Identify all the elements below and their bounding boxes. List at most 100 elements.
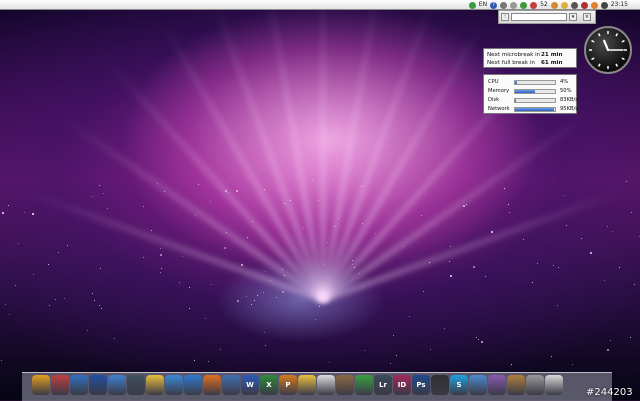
battery-icon[interactable] xyxy=(590,1,598,9)
star xyxy=(23,212,25,214)
break-row: Next full break in 61 min xyxy=(487,59,573,67)
star xyxy=(565,225,567,227)
search-widget: ⁝ ▾ × xyxy=(498,10,596,24)
network-icon[interactable] xyxy=(570,1,578,9)
star xyxy=(507,203,509,205)
internet-explorer-icon[interactable] xyxy=(184,375,202,395)
trash-icon[interactable] xyxy=(526,375,544,395)
language-indicator[interactable]: EN xyxy=(479,0,487,10)
indesign-icon[interactable]: ID xyxy=(393,375,411,395)
star xyxy=(448,261,450,263)
folder-icon[interactable] xyxy=(146,375,164,395)
skype-icon[interactable]: S xyxy=(450,375,468,395)
monitor-bar xyxy=(514,107,556,112)
monitor-label: Memory xyxy=(488,88,510,94)
counter-text: 52 xyxy=(540,1,548,8)
break-label: Next full break in xyxy=(487,60,535,66)
star xyxy=(531,282,533,284)
box-icon[interactable] xyxy=(507,375,525,395)
monitor-label: Disk xyxy=(488,97,500,103)
search-input[interactable] xyxy=(511,13,567,21)
monitor-row: Disk 83KB/s xyxy=(488,96,578,105)
star xyxy=(91,293,93,295)
safari-icon[interactable] xyxy=(165,375,183,395)
star xyxy=(552,265,554,267)
star xyxy=(63,297,65,299)
menu-clock[interactable]: 23:15 xyxy=(611,0,628,10)
star xyxy=(189,308,191,310)
excel-icon[interactable]: X xyxy=(260,375,278,395)
powerpoint-icon[interactable]: P xyxy=(279,375,297,395)
help-icon[interactable]: ? xyxy=(490,1,498,9)
document-icon[interactable] xyxy=(317,375,335,395)
star xyxy=(463,205,466,208)
star xyxy=(101,307,103,309)
camera-icon[interactable] xyxy=(431,375,449,395)
close-icon[interactable]: × xyxy=(583,13,591,21)
star xyxy=(225,189,228,192)
media-player-icon[interactable] xyxy=(89,375,107,395)
contacts-icon[interactable] xyxy=(469,375,487,395)
break-label: Next microbreak in xyxy=(487,52,541,58)
monitor-bar xyxy=(514,98,556,103)
star xyxy=(480,341,483,344)
mail-icon[interactable] xyxy=(550,1,558,9)
break-value: 21 min xyxy=(541,52,563,58)
settings-icon[interactable] xyxy=(500,1,508,9)
star xyxy=(449,274,452,277)
star xyxy=(189,286,191,288)
star xyxy=(282,291,285,294)
star xyxy=(360,185,362,187)
pencil-icon[interactable] xyxy=(51,375,69,395)
dropdown-icon[interactable]: ▾ xyxy=(569,13,577,21)
green-status-icon[interactable] xyxy=(468,1,476,9)
finder-icon[interactable] xyxy=(32,375,50,395)
star xyxy=(245,295,247,297)
firefox-icon[interactable] xyxy=(203,375,221,395)
volume-icon[interactable] xyxy=(600,1,608,9)
utorrent-icon[interactable] xyxy=(355,375,373,395)
star xyxy=(396,354,398,356)
star xyxy=(563,194,565,196)
star xyxy=(571,363,573,365)
photoshop-icon[interactable]: Ps xyxy=(412,375,430,395)
star xyxy=(374,232,376,234)
star xyxy=(1,360,3,362)
star xyxy=(4,304,6,306)
wifi-icon[interactable] xyxy=(510,1,518,9)
star xyxy=(263,332,265,334)
thunderbird-icon[interactable] xyxy=(222,375,240,395)
star xyxy=(157,182,159,184)
star xyxy=(159,253,162,256)
display-icon[interactable] xyxy=(127,375,145,395)
star xyxy=(603,280,605,282)
user-icon[interactable] xyxy=(580,1,588,9)
calendar-icon[interactable] xyxy=(560,1,568,9)
lightroom-icon[interactable]: Lr xyxy=(374,375,392,395)
monitor-bar-fill xyxy=(515,81,517,84)
menu-bar: EN ? 52 23:15 xyxy=(0,0,640,10)
folder-2-icon[interactable] xyxy=(298,375,316,395)
clock-tick xyxy=(597,63,601,67)
star xyxy=(430,349,432,351)
star xyxy=(33,273,35,275)
monitor-bar xyxy=(514,89,556,94)
star xyxy=(337,218,339,220)
light-beam xyxy=(321,113,587,303)
network-icon[interactable] xyxy=(108,375,126,395)
star xyxy=(224,246,227,249)
light-beam xyxy=(320,0,326,300)
word-icon[interactable]: W xyxy=(241,375,259,395)
gimp-icon[interactable] xyxy=(336,375,354,395)
star xyxy=(8,205,10,207)
star xyxy=(160,268,162,270)
options-icon[interactable]: ⁝ xyxy=(501,13,509,21)
messenger-icon[interactable] xyxy=(520,1,528,9)
star xyxy=(204,317,206,319)
screen-icon[interactable] xyxy=(545,375,563,395)
user-icon[interactable] xyxy=(488,375,506,395)
itunes-icon[interactable] xyxy=(70,375,88,395)
star xyxy=(142,256,144,258)
dock: W X P Lr ID Ps S xyxy=(22,372,612,401)
app-icon[interactable] xyxy=(530,1,538,9)
